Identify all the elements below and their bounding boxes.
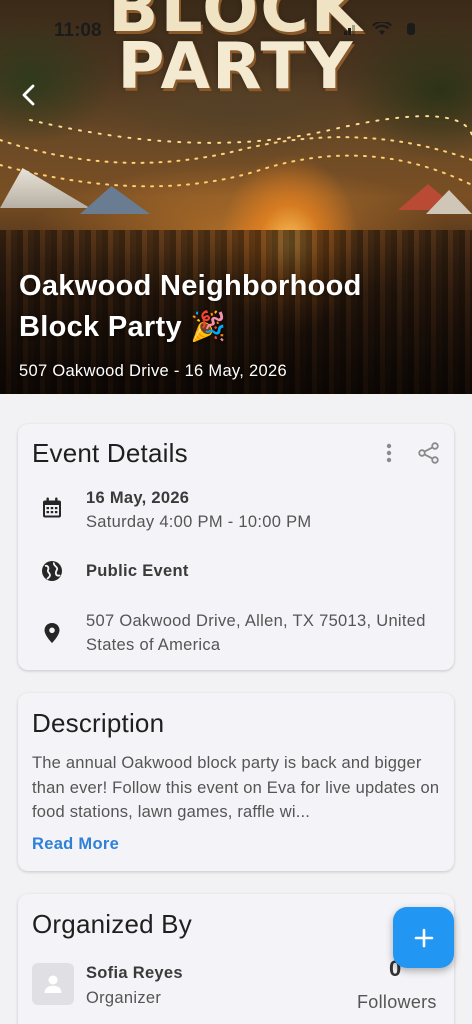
share-button[interactable] — [416, 440, 442, 466]
event-visibility: Public Event — [86, 562, 189, 580]
battery-icon — [407, 23, 415, 35]
event-time: Saturday 4:00 PM - 10:00 PM — [86, 513, 312, 531]
plus-icon — [414, 928, 433, 947]
event-details-title: Event Details — [32, 438, 188, 468]
signal-icon — [344, 25, 355, 35]
share-icon — [418, 442, 439, 464]
person-icon — [44, 975, 62, 993]
hero-text-block: Oakwood Neighborhood Block Party 🎉 507 O… — [19, 266, 439, 381]
description-card: Description The annual Oakwood block par… — [18, 693, 454, 871]
organizer-name[interactable]: Sofia Reyes — [86, 964, 183, 983]
event-subtitle: 507 Oakwood Drive - 16 May, 2026 — [19, 362, 287, 380]
event-date: 16 May, 2026 — [86, 489, 190, 507]
calendar-icon — [43, 497, 61, 518]
event-address-row[interactable]: 507 Oakwood Drive, Allen, TX 75013, Unit… — [40, 609, 434, 657]
status-icons — [344, 22, 416, 36]
organizer-role: Organizer — [86, 989, 162, 1007]
event-visibility-row: Public Event — [40, 559, 434, 583]
followers-label: Followers — [357, 992, 437, 1012]
more-options-button[interactable] — [376, 440, 402, 466]
event-address: 507 Oakwood Drive, Allen, TX 75013, Unit… — [86, 612, 426, 654]
back-button[interactable] — [12, 78, 46, 112]
organizer-title: Organized By — [32, 909, 192, 939]
organizer-card: Organized By Sofia Reyes Organizer 0 Fol… — [18, 894, 454, 1024]
back-chevron-icon — [22, 84, 35, 106]
event-title: Oakwood Neighborhood Block Party 🎉 — [19, 270, 362, 343]
description-text: The annual Oakwood block party is back a… — [32, 754, 440, 821]
read-more-link[interactable]: Read More — [32, 835, 119, 854]
location-pin-icon — [44, 623, 60, 643]
event-details-actions — [376, 440, 442, 466]
more-vertical-icon — [386, 443, 392, 463]
status-bar: 11:08 — [0, 0, 472, 60]
wifi-icon — [372, 22, 392, 35]
event-details-card: Event Details 16 May, 2026 Saturday 4:00… — [18, 424, 454, 670]
add-fab-button[interactable] — [393, 907, 454, 968]
event-date-row: 16 May, 2026 Saturday 4:00 PM - 10:00 PM — [40, 486, 434, 534]
status-time: 11:08 — [54, 20, 102, 41]
organizer-avatar[interactable] — [32, 963, 74, 1005]
globe-icon — [42, 561, 62, 581]
description-title: Description — [32, 708, 165, 738]
